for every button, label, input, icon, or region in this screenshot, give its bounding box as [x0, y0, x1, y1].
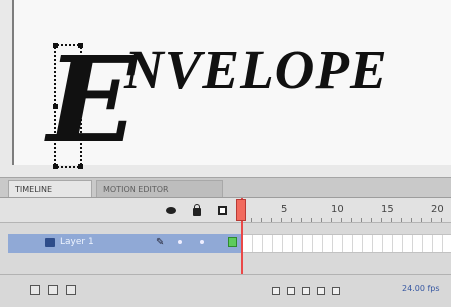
word-text[interactable]: NVELOPE — [124, 42, 388, 97]
frame-divider — [422, 235, 423, 252]
tab-timeline[interactable]: TIMELINE — [8, 180, 92, 197]
ruler-label: 10 — [331, 204, 344, 215]
lock-icon[interactable] — [193, 204, 201, 216]
frame-divider — [292, 235, 293, 252]
ruler-tick — [301, 218, 302, 222]
new-folder-icon[interactable] — [48, 285, 58, 295]
timeline-header: 5 10 15 20 — [0, 198, 451, 223]
edit-multiple-frames-icon[interactable] — [317, 287, 325, 295]
ruler-label: 15 — [381, 204, 394, 215]
ruler-label: 5 — [281, 204, 288, 215]
layer-row[interactable]: Layer 1 ✎ — [0, 234, 451, 253]
frame-ruler[interactable]: 5 10 15 20 — [241, 198, 451, 222]
tab-motion-editor[interactable]: MOTION EDITOR — [96, 180, 223, 197]
frame-divider — [322, 235, 323, 252]
frame-divider — [252, 235, 253, 252]
outline-icon[interactable] — [218, 206, 227, 215]
frame-divider — [402, 235, 403, 252]
playhead-handle[interactable] — [236, 199, 246, 221]
frame-divider — [272, 235, 273, 252]
panel-tabs: TIMELINE MOTION EDITOR — [0, 178, 451, 198]
frame-divider — [262, 235, 263, 252]
layer-frames[interactable] — [243, 234, 451, 253]
ruler-tick — [351, 218, 352, 222]
ruler-tick — [411, 218, 412, 222]
layer-icon — [45, 238, 55, 247]
ruler-tick — [421, 218, 422, 222]
onion-skin-outlines-icon[interactable] — [302, 287, 310, 295]
ruler-tick — [431, 218, 432, 222]
ruler-tick — [361, 218, 362, 222]
visibility-dot[interactable] — [178, 240, 182, 244]
ruler-tick — [321, 218, 322, 222]
ruler-tick — [401, 218, 402, 222]
ruler-tick — [331, 218, 332, 222]
layer-info[interactable]: Layer 1 ✎ — [8, 234, 242, 253]
center-frame-icon[interactable] — [272, 287, 280, 295]
stage: E NVELOPE — [0, 0, 451, 169]
ruler-tick — [341, 218, 342, 222]
ruler-tick — [371, 218, 372, 222]
layer-name[interactable]: Layer 1 — [60, 237, 94, 247]
ruler-label: 20 — [431, 204, 444, 215]
frame-divider — [412, 235, 413, 252]
ruler-tick — [281, 218, 282, 222]
ruler-tick — [441, 218, 442, 222]
ruler-tick — [391, 218, 392, 222]
ruler-tick — [271, 218, 272, 222]
frame-divider — [392, 235, 393, 252]
frame-divider — [332, 235, 333, 252]
ruler-tick — [291, 218, 292, 222]
ruler-tick — [251, 218, 252, 222]
layer-outline-color[interactable] — [228, 237, 237, 247]
timeline-panel: TIMELINE MOTION EDITOR 5 10 15 20 Layer … — [0, 177, 451, 307]
fps-readout[interactable]: 24.00 fps — [402, 284, 440, 293]
frame-divider — [372, 235, 373, 252]
onion-skin-icon[interactable] — [287, 287, 295, 295]
ruler-tick — [381, 218, 382, 222]
stage-canvas[interactable]: E NVELOPE — [12, 0, 451, 169]
timeline-bottom-bar: 24.00 fps — [0, 274, 451, 307]
ruler-tick — [311, 218, 312, 222]
modify-markers-icon[interactable] — [332, 287, 340, 295]
ruler-tick — [261, 218, 262, 222]
frame-divider — [352, 235, 353, 252]
frame-divider — [342, 235, 343, 252]
trash-icon[interactable] — [66, 285, 76, 295]
eye-icon[interactable] — [166, 207, 176, 214]
frame-divider — [282, 235, 283, 252]
new-layer-icon[interactable] — [30, 285, 40, 295]
pencil-icon: ✎ — [156, 237, 165, 248]
frame-divider — [302, 235, 303, 252]
frame-divider — [312, 235, 313, 252]
lock-dot[interactable] — [200, 240, 204, 244]
frame-divider — [362, 235, 363, 252]
frame-divider — [382, 235, 383, 252]
frame-divider — [432, 235, 433, 252]
frame-divider — [442, 235, 443, 252]
